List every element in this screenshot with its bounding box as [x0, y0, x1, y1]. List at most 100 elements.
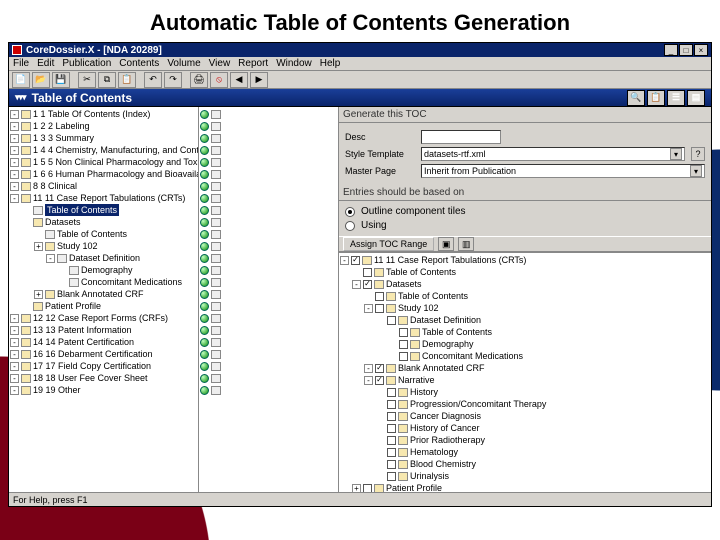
radio-outline-tiles[interactable] — [345, 207, 355, 217]
list-item[interactable] — [200, 132, 337, 144]
collapse-icon[interactable]: - — [10, 194, 19, 203]
checkbox[interactable] — [387, 400, 396, 409]
browse-style-button[interactable]: ? — [691, 147, 705, 161]
checkbox[interactable] — [375, 304, 384, 313]
collapse-icon[interactable]: - — [10, 110, 19, 119]
expand-icon[interactable]: + — [34, 290, 43, 299]
collapse-icon[interactable]: - — [352, 280, 361, 289]
tree-row[interactable]: Demography — [10, 264, 197, 276]
tree-row[interactable]: Concomitant Medications — [10, 276, 197, 288]
collapse-icon[interactable]: - — [364, 304, 373, 313]
tree-row[interactable]: -16 16 Debarment Certification — [10, 348, 197, 360]
tree-row[interactable]: -13 13 Patent Information — [10, 324, 197, 336]
range-tree-row[interactable]: History of Cancer — [340, 422, 710, 434]
collapse-icon[interactable]: - — [10, 326, 19, 335]
checkbox[interactable] — [351, 256, 360, 265]
print-icon[interactable]: 🖨 — [190, 72, 208, 88]
checkbox[interactable] — [387, 316, 396, 325]
radio-using[interactable] — [345, 221, 355, 231]
open-icon[interactable]: 📂 — [32, 72, 50, 88]
menu-volume[interactable]: Volume — [167, 58, 200, 69]
collapse-icon[interactable]: - — [10, 350, 19, 359]
range-tree-row[interactable]: Hematology — [340, 446, 710, 458]
paste-icon[interactable]: 📋 — [118, 72, 136, 88]
collapse-icon[interactable]: - — [10, 134, 19, 143]
list-item[interactable] — [200, 240, 337, 252]
collapse-icon[interactable]: - — [10, 122, 19, 131]
tree-row[interactable]: -8 8 Clinical — [10, 180, 197, 192]
checkbox[interactable] — [375, 364, 384, 373]
list-item[interactable] — [200, 156, 337, 168]
range-tree-row[interactable]: Dataset Definition — [340, 314, 710, 326]
list-item[interactable] — [200, 360, 337, 372]
list-item[interactable] — [200, 180, 337, 192]
collapse-icon[interactable]: - — [10, 386, 19, 395]
list-item[interactable] — [200, 108, 337, 120]
checkbox[interactable] — [399, 340, 408, 349]
menu-window[interactable]: Window — [276, 58, 312, 69]
list-item[interactable] — [200, 216, 337, 228]
checkbox[interactable] — [387, 448, 396, 457]
checkbox[interactable] — [387, 424, 396, 433]
collapse-icon[interactable]: - — [10, 374, 19, 383]
tree-row[interactable]: -17 17 Field Copy Certification — [10, 360, 197, 372]
tool-paste-icon[interactable]: 📋 — [647, 90, 665, 106]
checkbox[interactable] — [363, 484, 372, 493]
checkbox[interactable] — [399, 352, 408, 361]
master-page-combo[interactable]: Inherit from Publication ▾ — [421, 164, 705, 178]
list-item[interactable] — [200, 336, 337, 348]
tree-row[interactable]: -14 14 Patent Certification — [10, 336, 197, 348]
tree-row[interactable]: +Study 102 — [10, 240, 197, 252]
checkbox[interactable] — [387, 460, 396, 469]
list-item[interactable] — [200, 384, 337, 396]
collapse-icon[interactable]: - — [10, 314, 19, 323]
range-tree-row[interactable]: Table of Contents — [340, 266, 710, 278]
menu-publication[interactable]: Publication — [62, 58, 111, 69]
collapse-icon[interactable]: - — [46, 254, 55, 263]
range-tree-row[interactable]: -Narrative — [340, 374, 710, 386]
list-item[interactable] — [200, 252, 337, 264]
collapse-icon[interactable]: - — [10, 170, 19, 179]
nav-back-icon[interactable]: ◀ — [230, 72, 248, 88]
tree-row[interactable]: Table of Contents — [10, 204, 197, 216]
collapse-icon[interactable]: - — [364, 364, 373, 373]
assign-toc-range-button[interactable]: Assign TOC Range — [343, 237, 434, 251]
menu-report[interactable]: Report — [238, 58, 268, 69]
chevron-down-icon[interactable]: ▾ — [670, 148, 682, 160]
expand-icon[interactable]: + — [352, 484, 361, 493]
range-tree-row[interactable]: -Datasets — [340, 278, 710, 290]
list-item[interactable] — [200, 372, 337, 384]
checkbox[interactable] — [375, 376, 384, 385]
list-item[interactable] — [200, 312, 337, 324]
range-tree-row[interactable]: -Study 102 — [340, 302, 710, 314]
list-item[interactable] — [200, 228, 337, 240]
collapse-icon[interactable]: - — [10, 182, 19, 191]
range-tree-row[interactable]: Blood Chemistry — [340, 458, 710, 470]
menu-edit[interactable]: Edit — [37, 58, 54, 69]
tree-row[interactable]: -18 18 User Fee Cover Sheet — [10, 372, 197, 384]
nav-fwd-icon[interactable]: ▶ — [250, 72, 268, 88]
range-tree-row[interactable]: History — [340, 386, 710, 398]
list-item[interactable] — [200, 120, 337, 132]
collapse-icon[interactable]: - — [10, 146, 19, 155]
tree-row[interactable]: -19 19 Other — [10, 384, 197, 396]
style-template-combo[interactable]: datasets-rtf.xml ▾ — [421, 147, 685, 161]
tree-expand-icon[interactable]: ▥ — [458, 237, 474, 251]
range-tree-row[interactable]: Urinalysis — [340, 470, 710, 482]
range-tree-row[interactable]: Prior Radiotherapy — [340, 434, 710, 446]
checkbox[interactable] — [399, 328, 408, 337]
tree-row[interactable]: Table of Contents — [10, 228, 197, 240]
chevron-down-icon[interactable]: ▾ — [690, 165, 702, 177]
copy-icon[interactable]: ⧉ — [98, 72, 116, 88]
menu-contents[interactable]: Contents — [119, 58, 159, 69]
undo-icon[interactable]: ↶ — [144, 72, 162, 88]
tree-row[interactable]: -1 2 2 Labeling — [10, 120, 197, 132]
list-item[interactable] — [200, 348, 337, 360]
tree-row[interactable]: -1 6 6 Human Pharmacology and Bioavailab… — [10, 168, 197, 180]
collapse-icon[interactable]: - — [10, 362, 19, 371]
close-button[interactable]: × — [694, 44, 708, 56]
range-tree-row[interactable]: -Blank Annotated CRF — [340, 362, 710, 374]
stop-icon[interactable]: ⦸ — [210, 72, 228, 88]
checkbox[interactable] — [375, 292, 384, 301]
range-tree-row[interactable]: Concomitant Medications — [340, 350, 710, 362]
